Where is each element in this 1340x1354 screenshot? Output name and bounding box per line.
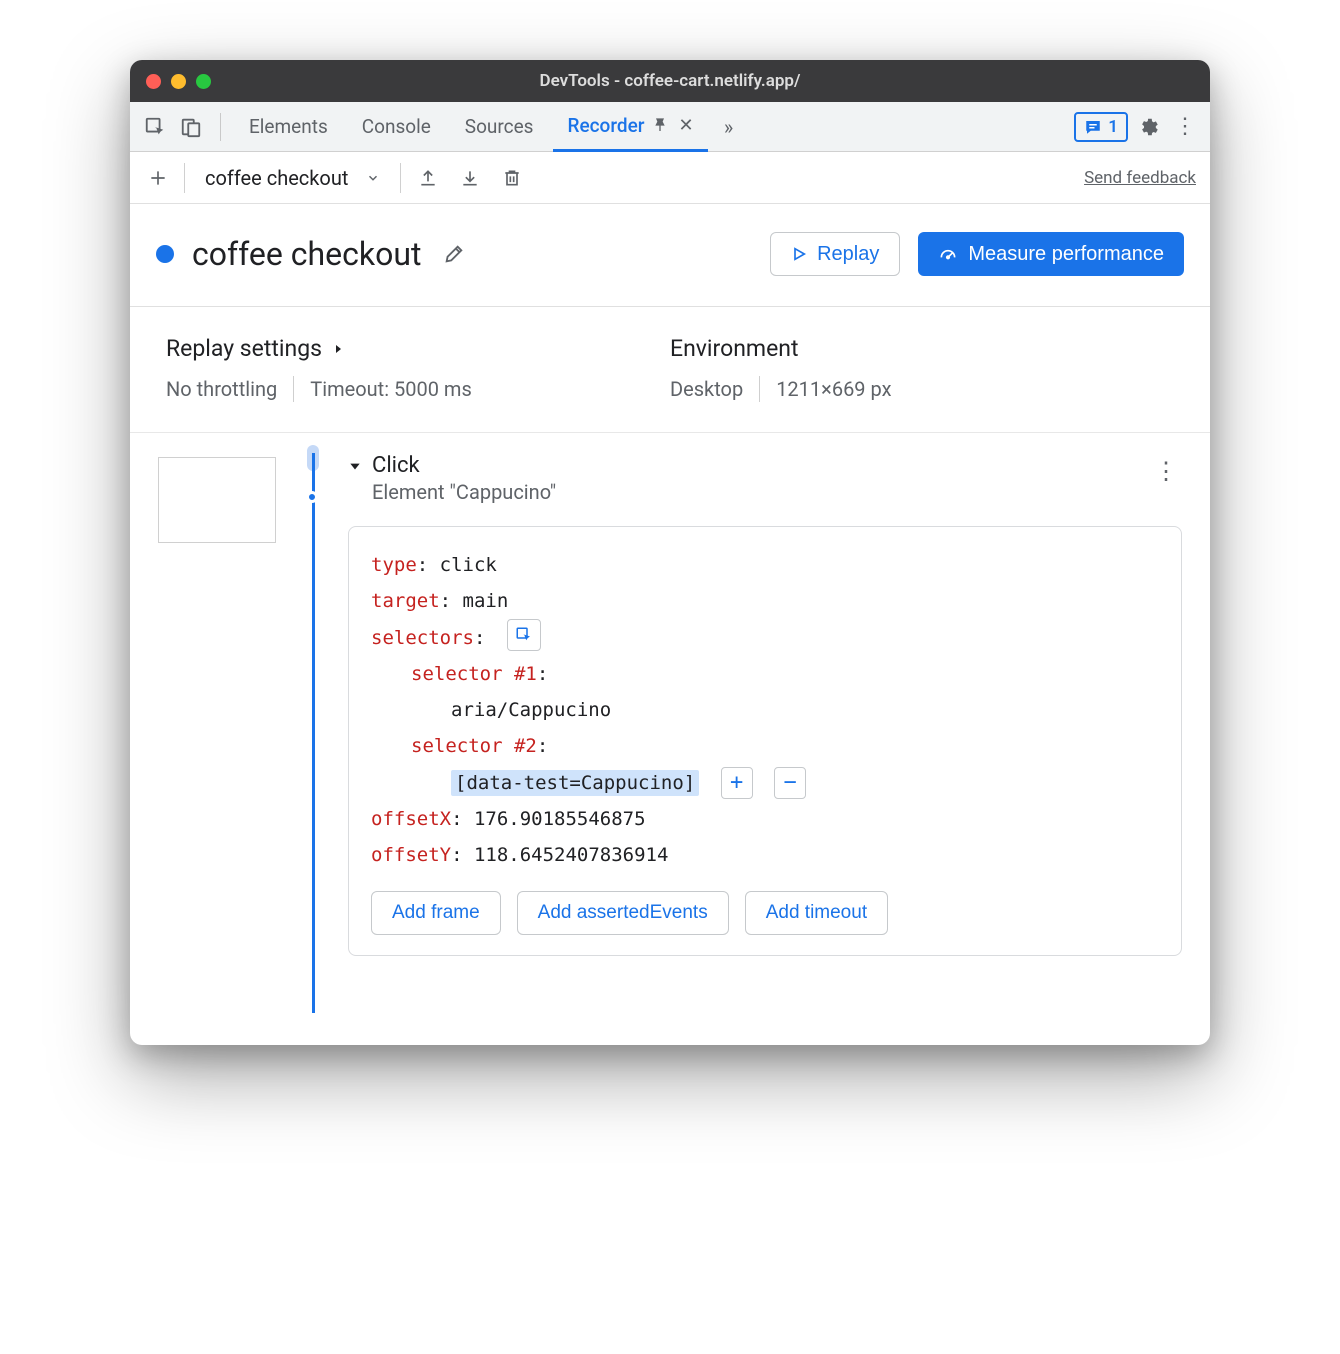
- new-recording-button[interactable]: [144, 164, 172, 192]
- recording-status-dot: [156, 245, 174, 263]
- environment-group: Environment Desktop 1211×669 px: [670, 335, 1174, 402]
- selector-1-value[interactable]: aria/Cappucino: [451, 699, 611, 721]
- more-tabs-icon[interactable]: »: [714, 112, 744, 142]
- import-icon[interactable]: [455, 163, 485, 193]
- tab-elements[interactable]: Elements: [235, 102, 342, 152]
- offsety-value[interactable]: 118.6452407836914: [474, 844, 668, 866]
- offsetx-key: offsetX: [371, 808, 451, 830]
- selectors-key: selectors: [371, 627, 474, 649]
- timeout-value: Timeout: 5000 ms: [310, 377, 472, 401]
- selector-1-key: selector #1: [411, 663, 537, 685]
- environment-label: Environment: [670, 335, 799, 362]
- chevron-right-icon: [332, 342, 344, 356]
- device-value: Desktop: [670, 377, 743, 401]
- minimize-window-button[interactable]: [171, 74, 186, 89]
- pick-selector-button[interactable]: [507, 619, 541, 651]
- timeline: [294, 453, 330, 1013]
- issues-count: 1: [1108, 117, 1118, 137]
- selector-2-key: selector #2: [411, 735, 537, 757]
- close-tab-icon[interactable]: ✕: [678, 115, 693, 136]
- recording-dropdown-label: coffee checkout: [205, 166, 348, 190]
- replay-settings-toggle[interactable]: Replay settings: [166, 335, 670, 362]
- settings-row: Replay settings No throttling Timeout: 5…: [130, 307, 1210, 433]
- titlebar: DevTools - coffee-cart.netlify.app/: [130, 60, 1210, 102]
- measure-performance-button[interactable]: Measure performance: [918, 232, 1184, 276]
- edit-title-icon[interactable]: [443, 243, 465, 265]
- type-value[interactable]: click: [440, 554, 497, 576]
- separator: [400, 163, 401, 193]
- recording-title: coffee checkout: [192, 235, 421, 273]
- step-menu-icon[interactable]: ⋮: [1150, 453, 1182, 489]
- selector-2-value[interactable]: [data-test=Cappucino]: [451, 770, 699, 796]
- settings-icon[interactable]: [1134, 112, 1164, 142]
- throttling-value: No throttling: [166, 377, 277, 401]
- step-title: Click: [372, 453, 556, 478]
- replay-settings-label: Replay settings: [166, 335, 322, 362]
- send-feedback-link[interactable]: Send feedback: [1084, 168, 1196, 188]
- offsety-key: offsetY: [371, 844, 451, 866]
- tab-recorder[interactable]: Recorder ✕: [553, 102, 707, 152]
- more-menu-icon[interactable]: ⋮: [1170, 112, 1200, 142]
- add-asserted-events-button[interactable]: Add assertedEvents: [517, 891, 729, 935]
- export-icon[interactable]: [413, 163, 443, 193]
- timeline-dot: [306, 491, 318, 503]
- message-icon: [1084, 118, 1102, 136]
- remove-selector-button[interactable]: −: [774, 767, 806, 799]
- tab-sources[interactable]: Sources: [451, 102, 548, 152]
- tab-console[interactable]: Console: [348, 102, 445, 152]
- separator: [759, 376, 760, 402]
- offsetx-value[interactable]: 176.90185546875: [474, 808, 646, 830]
- step-thumbnail[interactable]: [158, 457, 276, 543]
- separator: [184, 163, 185, 193]
- devtools-window: DevTools - coffee-cart.netlify.app/ Elem…: [130, 60, 1210, 1045]
- pin-icon: [652, 117, 668, 133]
- step-collapse-icon[interactable]: [348, 459, 362, 473]
- separator: [293, 376, 294, 402]
- recorder-toolbar: coffee checkout Send feedback: [130, 152, 1210, 204]
- step-details-panel: type: click target: main selectors: sele…: [348, 526, 1182, 956]
- add-selector-button[interactable]: +: [721, 767, 753, 799]
- tab-recorder-label: Recorder: [567, 114, 644, 137]
- device-toolbar-icon[interactable]: [176, 112, 206, 142]
- recording-dropdown[interactable]: coffee checkout: [197, 164, 388, 192]
- add-frame-button[interactable]: Add frame: [371, 891, 501, 935]
- panel-tabs: Elements Console Sources Recorder ✕ » 1 …: [130, 102, 1210, 152]
- replay-settings-group: Replay settings No throttling Timeout: 5…: [166, 335, 670, 402]
- replay-button-label: Replay: [817, 243, 879, 266]
- target-key: target: [371, 590, 440, 612]
- traffic-lights: [146, 74, 211, 89]
- recording-header: coffee checkout Replay Measure performan…: [130, 204, 1210, 307]
- play-icon: [791, 246, 807, 262]
- target-value[interactable]: main: [463, 590, 509, 612]
- step-subtitle: Element "Cappucino": [372, 480, 556, 504]
- step-area: Click Element "Cappucino" ⋮ type: click …: [130, 433, 1210, 1045]
- viewport-value: 1211×669 px: [776, 377, 891, 401]
- gauge-icon: [938, 244, 958, 264]
- add-timeout-button[interactable]: Add timeout: [745, 891, 888, 935]
- window-title: DevTools - coffee-cart.netlify.app/: [130, 71, 1210, 91]
- issues-badge[interactable]: 1: [1074, 112, 1128, 142]
- replay-button[interactable]: Replay: [770, 232, 900, 276]
- delete-icon[interactable]: [497, 163, 527, 193]
- separator: [220, 113, 221, 141]
- measure-button-label: Measure performance: [968, 243, 1164, 266]
- inspect-element-icon[interactable]: [140, 112, 170, 142]
- type-key: type: [371, 554, 417, 576]
- close-window-button[interactable]: [146, 74, 161, 89]
- step-content: Click Element "Cappucino" ⋮ type: click …: [348, 453, 1182, 956]
- chevron-down-icon: [366, 171, 380, 185]
- zoom-window-button[interactable]: [196, 74, 211, 89]
